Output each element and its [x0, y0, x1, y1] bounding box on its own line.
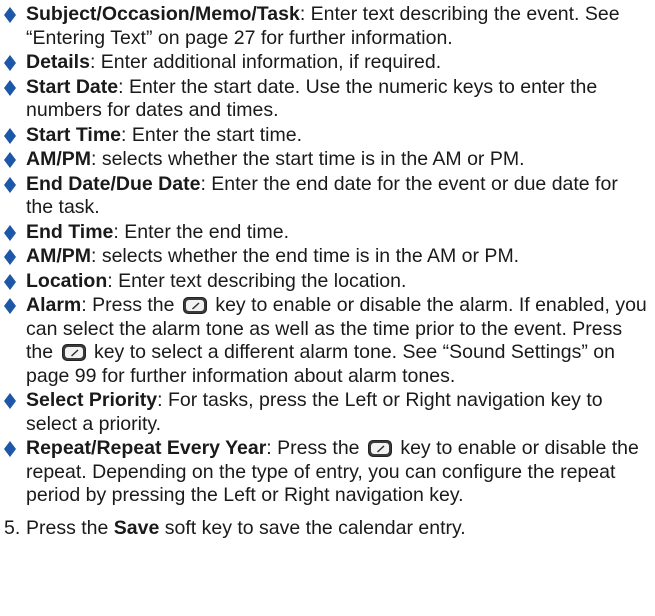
- list-item: Alarm: Press the key to enable or disabl…: [0, 294, 655, 388]
- list-item: AM/PM: selects whether the start time is…: [0, 148, 655, 172]
- diamond-bullet-icon: [4, 393, 16, 409]
- list-item: Start Time: Enter the start time.: [0, 124, 655, 148]
- field-description: : Enter text describing the location.: [107, 269, 407, 292]
- list-item: Start Date: Enter the start date. Use th…: [0, 76, 655, 123]
- step-number: 5.: [4, 516, 21, 539]
- diamond-bullet-icon: [4, 298, 16, 314]
- field-description: : selects whether the end time is in the…: [91, 245, 520, 267]
- list-item: Repeat/Repeat Every Year: Press the key …: [0, 437, 655, 508]
- list-item: Location: Enter text describing the loca…: [0, 270, 655, 294]
- field-description: : Press the: [266, 437, 365, 459]
- save-soft-key-label: Save: [113, 516, 160, 539]
- field-description-list: Subject/Occasion/Memo/Task : Enter text d…: [0, 3, 655, 508]
- field-term: Alarm: [26, 294, 82, 316]
- document-page: Subject/Occasion/Memo/Task : Enter text d…: [0, 3, 655, 540]
- field-term: End Time: [26, 220, 114, 243]
- field-term: Subject/Occasion/Memo/Task: [26, 3, 300, 25]
- step-5: 5. Press the Save soft key to save the c…: [0, 517, 655, 541]
- field-term: Repeat/Repeat Every Year: [26, 437, 267, 459]
- diamond-bullet-icon: [4, 79, 16, 96]
- field-description: : selects whether the start time is in t…: [91, 148, 525, 170]
- list-item: Select Priority: For tasks, press the Le…: [0, 389, 655, 436]
- diamond-bullet-icon: [4, 55, 16, 71]
- diamond-bullet-icon: [4, 152, 16, 168]
- step-text-after: soft key to save the calendar entry.: [159, 516, 466, 539]
- field-description: : Enter additional information, if requi…: [89, 51, 442, 73]
- list-item: AM/PM: selects whether the end time is i…: [0, 245, 655, 269]
- diamond-bullet-icon: [4, 127, 16, 144]
- field-term: AM/PM: [26, 148, 91, 170]
- field-term: Start Date: [26, 75, 119, 98]
- select-key-icon: [61, 344, 86, 361]
- list-item: Details: Enter additional information, i…: [0, 51, 655, 75]
- list-item: End Date/Due Date: Enter the end date fo…: [0, 173, 655, 220]
- diamond-bullet-icon: [4, 249, 16, 265]
- list-item: Subject/Occasion/Memo/Task: Enter text d…: [0, 3, 655, 50]
- diamond-bullet-icon: [4, 176, 16, 193]
- field-description: : Press the: [81, 294, 180, 316]
- diamond-bullet-icon: [4, 273, 16, 290]
- field-term: Start Time: [26, 123, 122, 146]
- diamond-bullet-icon: [4, 7, 16, 23]
- field-description: : Enter the end time.: [113, 220, 290, 243]
- select-key-icon: [182, 297, 207, 314]
- field-term: End Date/Due Date: [26, 172, 201, 195]
- diamond-bullet-icon: [4, 224, 16, 241]
- field-description: : Enter the start time.: [121, 123, 302, 146]
- field-term: Details: [26, 51, 90, 73]
- diamond-bullet-icon: [4, 441, 16, 457]
- step-text-before: Press the: [26, 516, 114, 539]
- list-item: End Time: Enter the end time.: [0, 221, 655, 245]
- field-term: AM/PM: [26, 245, 91, 267]
- field-description: key to select a different alarm tone. Se…: [26, 341, 615, 387]
- field-term: Location: [26, 269, 108, 292]
- select-key-icon: [367, 440, 392, 457]
- field-term: Select Priority: [26, 389, 158, 411]
